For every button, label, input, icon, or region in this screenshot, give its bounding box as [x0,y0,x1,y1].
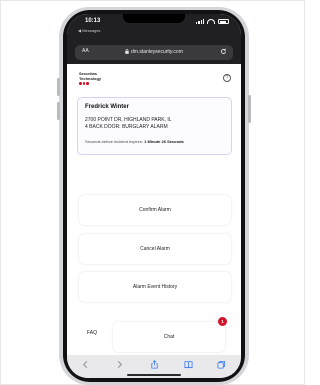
alarm-history-button[interactable]: Alarm Event History [79,272,231,302]
browser-toolbar [67,355,241,378]
phone-notch [123,14,185,23]
customer-name: Fredrick Winter [85,104,129,110]
lock-icon [125,49,129,54]
countdown-label: Seconds before incident expires: [85,139,144,144]
signal-icon [196,19,204,24]
wifi-icon [207,19,215,24]
power-button [248,95,251,123]
alarm-address-line: 2700 POINT DR, HIGHLAND PARK, IL [85,117,172,123]
confirm-alarm-button[interactable]: Confirm Alarm [79,195,231,225]
faq-button[interactable]: FAQ [87,330,97,336]
volume-button [57,78,60,96]
chat-bar: FAQ Chat 1 [67,317,241,355]
url-text: dm.stanleysecurity.com [131,48,183,55]
back-to-app-link[interactable]: ◀ Messages [78,28,100,33]
alarm-details-card: Fredrick Winter 2700 POINT DR, HIGHLAND … [77,97,232,155]
company-logo: Securitas Technology [79,71,102,85]
reader-aa-button[interactable]: AA [82,48,89,54]
forward-arrow-icon[interactable] [115,360,124,369]
help-icon[interactable]: ? [223,74,231,82]
bookmarks-icon[interactable] [184,360,193,369]
back-arrow-icon[interactable] [81,360,90,369]
battery-icon [218,19,229,24]
chat-unread-badge: 1 [218,317,227,326]
reload-icon[interactable] [220,48,227,55]
share-icon[interactable] [150,360,159,369]
browser-address-bar: AA dm.stanleysecurity.com [67,42,241,64]
home-indicator [127,374,181,376]
status-bar: 10:13 ◀ Messages [67,14,241,42]
logo-dots [79,82,101,85]
status-icons [196,19,229,24]
cancel-alarm-button[interactable]: Cancel Alarm [79,234,231,264]
phone-screen: 10:13 ◀ Messages AA dm.stanleysecurity.c… [67,14,241,378]
chat-button[interactable]: Chat [113,322,225,352]
volume-button [57,102,60,120]
logo-line-2: Technology [79,75,102,81]
countdown-value: 1 Minute 26 Seconds [144,139,184,144]
status-time: 10:13 [85,18,101,24]
url-field[interactable]: AA dm.stanleysecurity.com [75,45,233,60]
alarm-zone-line: 4 BACK DOOR: BURGLARY ALARM [85,123,168,130]
expiry-countdown: Seconds before incident expires: 1 Minut… [85,139,184,144]
app-header: Securitas Technology ? [67,64,241,96]
tabs-icon[interactable] [217,360,226,369]
alarm-address: 2700 POINT DR, HIGHLAND PARK, IL 4 BACK … [85,117,225,130]
screenshot-canvas: 10:13 ◀ Messages AA dm.stanleysecurity.c… [0,0,305,385]
